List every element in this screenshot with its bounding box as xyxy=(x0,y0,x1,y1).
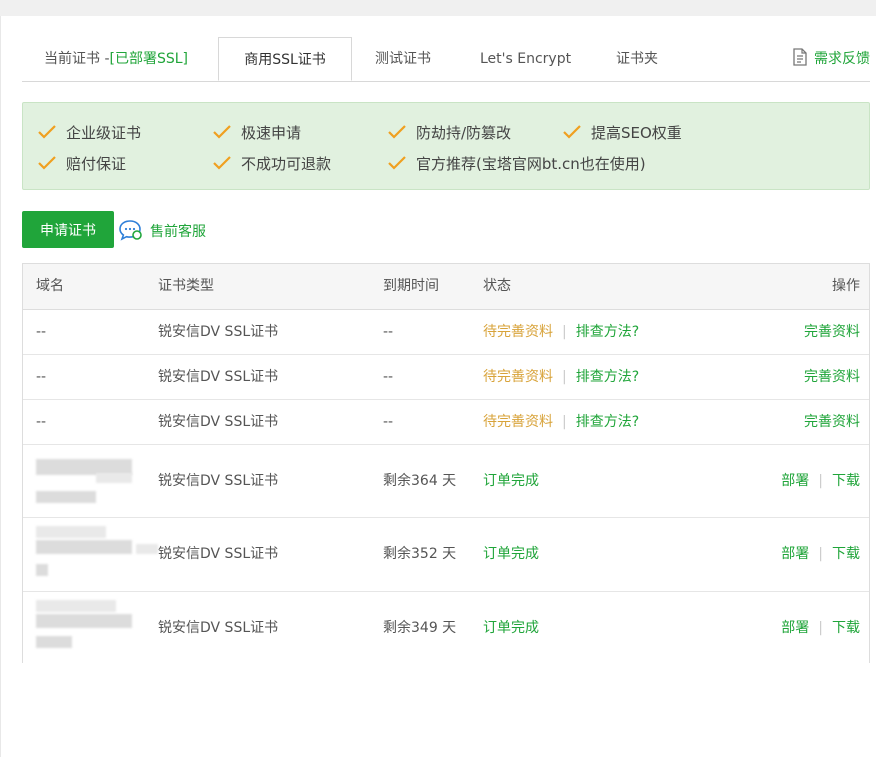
check-icon xyxy=(213,125,231,139)
download-link[interactable]: 下载 xyxy=(832,620,860,636)
separator: | xyxy=(818,546,823,562)
col-actions: 操作 xyxy=(832,278,860,294)
row-actions: 部署 | 下载 xyxy=(781,518,860,591)
chat-bubble-icon xyxy=(119,220,142,241)
tab-commercial-ssl[interactable]: 商用SSL证书 xyxy=(218,37,352,81)
table-row: -- 锐安信DV SSL证书 -- 待完善资料 | 排查方法? 完善资料 xyxy=(23,355,869,400)
feedback-link[interactable]: 需求反馈 xyxy=(792,37,870,81)
order-complete-status: 订单完成 xyxy=(483,620,539,636)
tab-test-cert[interactable]: 测试证书 xyxy=(375,37,431,81)
feature-box: 企业级证书 极速申请 防劫持/防篡改 提高SEO权重 赔付保证 不成功可退款 官… xyxy=(22,102,870,190)
separator: | xyxy=(818,620,823,636)
row-expiry: 剩余352 天 xyxy=(383,546,457,562)
check-icon xyxy=(213,156,231,170)
download-link[interactable]: 下载 xyxy=(832,473,860,489)
row-cert-type: 锐安信DV SSL证书 xyxy=(158,473,279,489)
complete-info-link[interactable]: 完善资料 xyxy=(804,324,860,340)
row-actions: 完善资料 xyxy=(804,400,860,444)
feature-item: 防劫持/防篡改 xyxy=(388,123,511,143)
feature-item: 提高SEO权重 xyxy=(563,123,682,143)
row-status: 待完善资料 | 排查方法? xyxy=(483,310,639,354)
pending-info-status[interactable]: 待完善资料 xyxy=(483,324,553,340)
table-row: -- 锐安信DV SSL证书 -- 待完善资料 | 排查方法? 完善资料 xyxy=(23,310,869,355)
deployed-ssl-badge: [已部署SSL] xyxy=(109,51,189,67)
troubleshoot-link[interactable]: 排查方法? xyxy=(576,414,639,430)
apply-cert-button[interactable]: 申请证书 xyxy=(22,211,114,248)
row-actions: 完善资料 xyxy=(804,355,860,399)
feedback-label: 需求反馈 xyxy=(814,51,870,67)
feature-item: 极速申请 xyxy=(213,123,301,143)
table-row: 锐安信DV SSL证书 剩余352 天 订单完成 部署 | 下载 xyxy=(23,518,869,592)
deploy-link[interactable]: 部署 xyxy=(781,473,809,489)
row-expiry: -- xyxy=(383,369,394,385)
row-actions: 部署 | 下载 xyxy=(781,445,860,517)
row-status: 待完善资料 | 排查方法? xyxy=(483,355,639,399)
row-expiry: -- xyxy=(383,324,394,340)
row-cert-type: 锐安信DV SSL证书 xyxy=(158,414,279,430)
col-status: 状态 xyxy=(483,278,511,294)
tab-cert-folder[interactable]: 证书夹 xyxy=(616,37,658,81)
feature-item: 不成功可退款 xyxy=(213,154,331,174)
tab-current-cert[interactable]: 当前证书 -[已部署SSL] xyxy=(44,37,188,81)
feature-item: 企业级证书 xyxy=(38,123,141,143)
check-icon xyxy=(38,156,56,170)
separator: | xyxy=(562,324,567,340)
check-icon xyxy=(388,156,406,170)
download-link[interactable]: 下载 xyxy=(832,546,860,562)
table-header: 域名 证书类型 到期时间 状态 操作 xyxy=(23,264,869,310)
order-complete-status: 订单完成 xyxy=(483,546,539,562)
col-cert-type: 证书类型 xyxy=(158,278,214,294)
presale-label: 售前客服 xyxy=(150,224,206,240)
row-expiry: -- xyxy=(383,414,394,430)
row-status: 待完善资料 | 排查方法? xyxy=(483,400,639,444)
row-domain: -- xyxy=(36,324,47,340)
presale-support-link[interactable]: 售前客服 xyxy=(118,218,206,242)
deploy-link[interactable]: 部署 xyxy=(781,546,809,562)
edit-document-icon xyxy=(793,48,807,66)
redacted-domain xyxy=(36,445,136,517)
row-cert-type: 锐安信DV SSL证书 xyxy=(158,324,279,340)
table-row: 锐安信DV SSL证书 剩余349 天 订单完成 部署 | 下载 xyxy=(23,592,869,664)
complete-info-link[interactable]: 完善资料 xyxy=(804,414,860,430)
row-cert-type: 锐安信DV SSL证书 xyxy=(158,369,279,385)
separator: | xyxy=(562,414,567,430)
row-actions: 完善资料 xyxy=(804,310,860,354)
troubleshoot-link[interactable]: 排查方法? xyxy=(576,369,639,385)
check-icon xyxy=(563,125,581,139)
separator: | xyxy=(818,473,823,489)
row-cert-type: 锐安信DV SSL证书 xyxy=(158,546,279,562)
pending-info-status[interactable]: 待完善资料 xyxy=(483,369,553,385)
check-icon xyxy=(388,125,406,139)
table-row: -- 锐安信DV SSL证书 -- 待完善资料 | 排查方法? 完善资料 xyxy=(23,400,869,445)
row-domain: -- xyxy=(36,414,47,430)
row-expiry: 剩余364 天 xyxy=(383,473,457,489)
col-expiry: 到期时间 xyxy=(383,278,439,294)
ssl-tabs: 当前证书 -[已部署SSL] 商用SSL证书 测试证书 Let's Encryp… xyxy=(22,37,870,82)
table-row: 锐安信DV SSL证书 剩余364 天 订单完成 部署 | 下载 xyxy=(23,445,869,518)
deploy-link[interactable]: 部署 xyxy=(781,620,809,636)
row-cert-type: 锐安信DV SSL证书 xyxy=(158,620,279,636)
complete-info-link[interactable]: 完善资料 xyxy=(804,369,860,385)
tab-lets-encrypt[interactable]: Let's Encrypt xyxy=(480,37,571,81)
check-icon xyxy=(38,125,56,139)
feature-item: 赔付保证 xyxy=(38,154,126,174)
row-actions: 部署 | 下载 xyxy=(781,592,860,664)
redacted-domain xyxy=(36,592,136,664)
col-domain: 域名 xyxy=(36,278,64,294)
tab-current-cert-label: 当前证书 - xyxy=(44,51,110,67)
feature-item: 官方推荐(宝塔官网bt.cn也在使用) xyxy=(388,154,646,174)
row-domain: -- xyxy=(36,369,47,385)
separator: | xyxy=(562,369,567,385)
troubleshoot-link[interactable]: 排查方法? xyxy=(576,324,639,340)
row-expiry: 剩余349 天 xyxy=(383,620,457,636)
pending-info-status[interactable]: 待完善资料 xyxy=(483,414,553,430)
redacted-domain xyxy=(36,518,158,591)
cert-table: 域名 证书类型 到期时间 状态 操作 -- 锐安信DV SSL证书 -- 待完善… xyxy=(22,263,870,663)
ssl-panel: 当前证书 -[已部署SSL] 商用SSL证书 测试证书 Let's Encryp… xyxy=(0,16,876,757)
order-complete-status: 订单完成 xyxy=(483,473,539,489)
